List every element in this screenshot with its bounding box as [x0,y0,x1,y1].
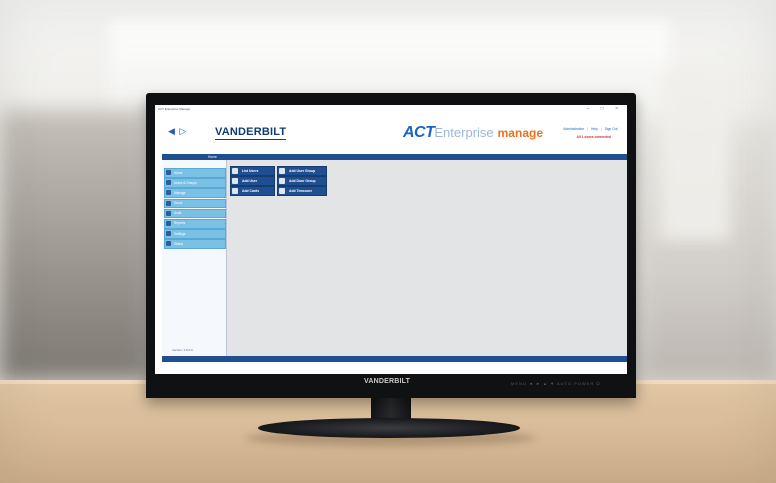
background-scene: ACT Enterprise Manage – □ × ◀ ▷ VANDERBI… [0,0,776,483]
vignette [0,0,776,483]
